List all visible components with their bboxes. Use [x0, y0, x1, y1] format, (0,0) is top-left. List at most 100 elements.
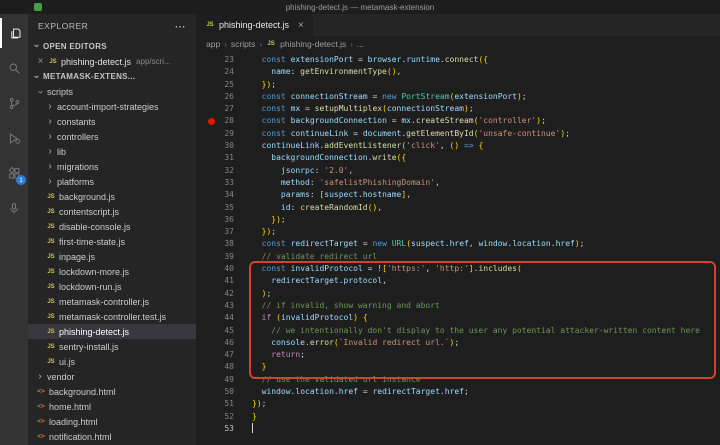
code-line-23[interactable]: const extensionPort = browser.runtime.co…: [252, 54, 720, 66]
code-line-33[interactable]: method: 'safelistPhishingDomain',: [252, 177, 720, 189]
breadcrumb-item-phishing-detect.js[interactable]: phishing-detect.js: [280, 39, 346, 49]
code-line-38[interactable]: const redirectTarget = new URL(suspect.h…: [252, 238, 720, 250]
line-number-51[interactable]: 51: [196, 398, 246, 410]
breadcrumb-item-scripts[interactable]: scripts: [231, 39, 256, 49]
code-line-44[interactable]: if (invalidProtocol) {: [252, 312, 720, 324]
tree-item-platforms[interactable]: ›platforms: [28, 174, 196, 189]
line-number-25[interactable]: 25: [196, 79, 246, 91]
tree-item-account-import-strategies[interactable]: ›account-import-strategies: [28, 99, 196, 114]
tree-item-metamask-controller.js[interactable]: JSmetamask-controller.js: [28, 294, 196, 309]
extensions-icon[interactable]: 1: [0, 158, 28, 188]
code-line-26[interactable]: const connectionStream = new PortStream(…: [252, 91, 720, 103]
tree-item-first-time-state.js[interactable]: JSfirst-time-state.js: [28, 234, 196, 249]
line-number-26[interactable]: 26: [196, 91, 246, 103]
tree-item-migrations[interactable]: ›migrations: [28, 159, 196, 174]
tab-phishing-detect[interactable]: JS phishing-detect.js ×: [196, 14, 313, 36]
tree-item-loading.html[interactable]: <>loading.html: [28, 414, 196, 429]
tree-item-ui.js[interactable]: JSui.js: [28, 354, 196, 369]
code-line-28[interactable]: const backgroundConnection = mx.createSt…: [252, 115, 720, 127]
tree-item-disable-console.js[interactable]: JSdisable-console.js: [28, 219, 196, 234]
line-number-42[interactable]: 42: [196, 288, 246, 300]
code-line-43[interactable]: // if invalid, show warning and abort: [252, 300, 720, 312]
line-number-27[interactable]: 27: [196, 103, 246, 115]
line-number-46[interactable]: 46: [196, 337, 246, 349]
code-line-34[interactable]: params: [suspect.hostname],: [252, 189, 720, 201]
code-line-40[interactable]: const invalidProtocol = !['https:', 'htt…: [252, 263, 720, 275]
open-editor-item[interactable]: × JS phishing-detect.js app/scri...: [28, 54, 196, 69]
breadcrumb-item-app[interactable]: app: [206, 39, 220, 49]
tree-item-sentry-install.js[interactable]: JSsentry-install.js: [28, 339, 196, 354]
code-line-49[interactable]: // use the validated url instance: [252, 374, 720, 386]
line-number-32[interactable]: 32: [196, 165, 246, 177]
tree-item-background.html[interactable]: <>background.html: [28, 384, 196, 399]
line-number-30[interactable]: 30: [196, 140, 246, 152]
code-line-27[interactable]: const mx = setupMultiplex(connectionStre…: [252, 103, 720, 115]
tree-item-inpage.js[interactable]: JSinpage.js: [28, 249, 196, 264]
line-number-24[interactable]: 24: [196, 66, 246, 78]
code-line-30[interactable]: continueLink.addEventListener('click', (…: [252, 140, 720, 152]
line-number-39[interactable]: 39: [196, 251, 246, 263]
line-number-48[interactable]: 48: [196, 361, 246, 373]
line-number-37[interactable]: 37: [196, 226, 246, 238]
line-number-44[interactable]: 44: [196, 312, 246, 324]
line-number-34[interactable]: 34: [196, 189, 246, 201]
line-number-53[interactable]: 53: [196, 423, 246, 435]
line-number-23[interactable]: 23: [196, 54, 246, 66]
line-number-28[interactable]: 28: [196, 115, 246, 127]
tree-item-contentscript.js[interactable]: JScontentscript.js: [28, 204, 196, 219]
mic-icon[interactable]: [0, 193, 28, 223]
line-number-47[interactable]: 47: [196, 349, 246, 361]
code-line-42[interactable]: );: [252, 288, 720, 300]
explorer-icon[interactable]: [0, 18, 28, 48]
code-line-25[interactable]: });: [252, 79, 720, 91]
code-line-37[interactable]: });: [252, 226, 720, 238]
line-number-29[interactable]: 29: [196, 128, 246, 140]
tree-item-metamask-controller.test.js[interactable]: JSmetamask-controller.test.js: [28, 309, 196, 324]
code-line-52[interactable]: }: [252, 411, 720, 423]
more-actions-icon[interactable]: ⋯: [175, 20, 187, 33]
line-number-49[interactable]: 49: [196, 374, 246, 386]
breakpoint-icon[interactable]: [208, 118, 215, 125]
code-line-36[interactable]: });: [252, 214, 720, 226]
close-icon[interactable]: ×: [36, 56, 45, 67]
line-number-43[interactable]: 43: [196, 300, 246, 312]
line-number-38[interactable]: 38: [196, 238, 246, 250]
code-line-51[interactable]: });: [252, 398, 720, 410]
tree-item-home.html[interactable]: <>home.html: [28, 399, 196, 414]
tree-item-lockdown-more.js[interactable]: JSlockdown-more.js: [28, 264, 196, 279]
tree-item-controllers[interactable]: ›controllers: [28, 129, 196, 144]
tree-item-phishing-detect.js[interactable]: JSphishing-detect.js: [28, 324, 196, 339]
line-number-40[interactable]: 40: [196, 263, 246, 275]
code-line-31[interactable]: backgroundConnection.write({: [252, 152, 720, 164]
line-number-45[interactable]: 45: [196, 325, 246, 337]
code-line-29[interactable]: const continueLink = document.getElement…: [252, 128, 720, 140]
line-number-52[interactable]: 52: [196, 411, 246, 423]
line-number-35[interactable]: 35: [196, 202, 246, 214]
code-line-53[interactable]: [252, 423, 720, 435]
source-control-icon[interactable]: [0, 88, 28, 118]
code-line-24[interactable]: name: getEnvironmentType(),: [252, 66, 720, 78]
code-line-41[interactable]: redirectTarget.protocol,: [252, 275, 720, 287]
code-content[interactable]: const extensionPort = browser.runtime.co…: [246, 54, 720, 445]
tree-item-notification.html[interactable]: <>notification.html: [28, 429, 196, 444]
code-line-46[interactable]: console.error(`Invalid redirect url.`);: [252, 337, 720, 349]
breadcrumb-item-...[interactable]: ...: [357, 39, 364, 49]
line-number-50[interactable]: 50: [196, 386, 246, 398]
tree-item-constants[interactable]: ›constants: [28, 114, 196, 129]
code-line-39[interactable]: // validate redirect url: [252, 251, 720, 263]
tree-item-scripts[interactable]: ›scripts: [28, 84, 196, 99]
line-number-41[interactable]: 41: [196, 275, 246, 287]
line-number-36[interactable]: 36: [196, 214, 246, 226]
line-number-33[interactable]: 33: [196, 177, 246, 189]
debug-icon[interactable]: [0, 123, 28, 153]
code-line-35[interactable]: id: createRandomId(),: [252, 202, 720, 214]
workspace-section[interactable]: › METAMASK-EXTENS...: [28, 69, 196, 84]
tree-item-lockdown-run.js[interactable]: JSlockdown-run.js: [28, 279, 196, 294]
tree-item-vendor[interactable]: ›vendor: [28, 369, 196, 384]
code-line-32[interactable]: jsonrpc: '2.0',: [252, 165, 720, 177]
code-line-48[interactable]: }: [252, 361, 720, 373]
code-line-50[interactable]: window.location.href = redirectTarget.hr…: [252, 386, 720, 398]
code-line-47[interactable]: return;: [252, 349, 720, 361]
tree-item-background.js[interactable]: JSbackground.js: [28, 189, 196, 204]
line-number-31[interactable]: 31: [196, 152, 246, 164]
